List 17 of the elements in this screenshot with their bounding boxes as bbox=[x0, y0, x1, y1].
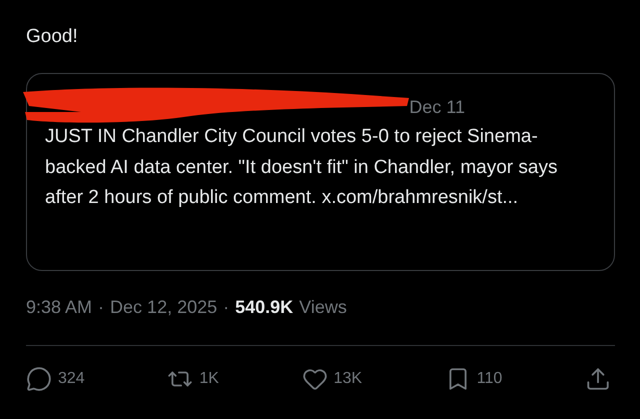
share-button[interactable] bbox=[584, 366, 611, 392]
quote-text: JUST IN Chandler City Council votes 5-0 to reject Sinema-backed AI data center. "It doesn't fit" in Chandler, mayor says after 2 hours of public comment. x.com/brahmresnik/st... bbox=[45, 125, 558, 210]
quote-card[interactable]: Dec 11 JUST IN Chandler City Council votes 5-0 to reject Sinema-backed AI data center. "It doesn't fit" in Chandler, mayor says after 2 hours of public comment. x.com/brahmresnik/st... bbox=[26, 73, 615, 271]
views-label: Views bbox=[299, 297, 347, 318]
post-text: Good! bbox=[26, 25, 79, 49]
separator-dot: · bbox=[223, 297, 230, 318]
bookmark-button[interactable]: 110 bbox=[444, 366, 502, 392]
like-button[interactable]: 13K bbox=[302, 366, 362, 392]
repost-button[interactable]: 1K bbox=[167, 366, 219, 392]
separator-dot: · bbox=[98, 297, 104, 318]
reply-button[interactable]: 324 bbox=[26, 366, 85, 392]
views-count: 540.9K bbox=[235, 297, 294, 318]
quote-date: Dec 11 bbox=[409, 96, 465, 118]
share-icon bbox=[584, 366, 611, 392]
speech-bubble-icon bbox=[26, 366, 52, 392]
post-time: 9:38 AM bbox=[26, 297, 92, 318]
post-date: Dec 12, 2025 bbox=[110, 297, 218, 318]
